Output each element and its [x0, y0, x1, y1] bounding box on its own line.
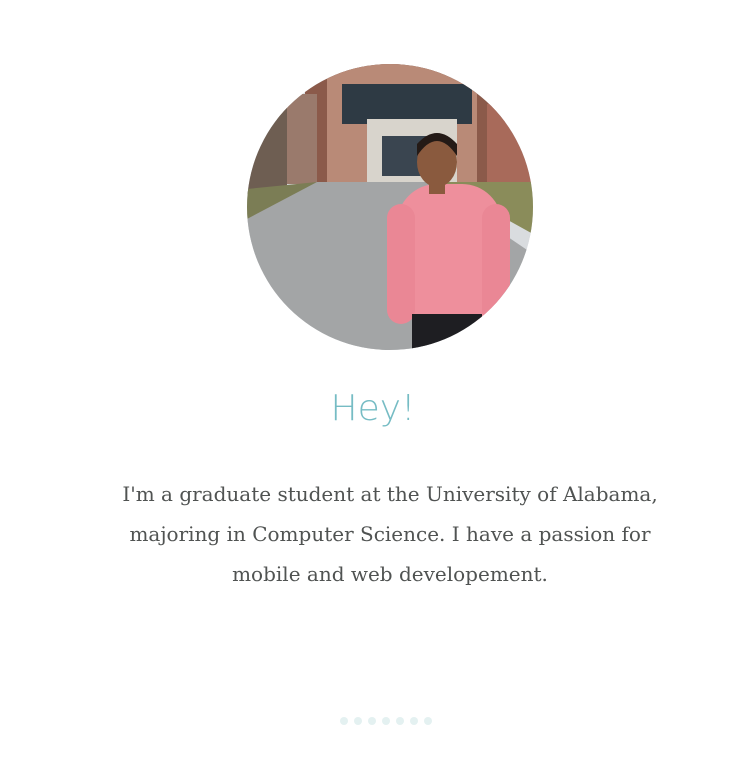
carousel-pagination [340, 717, 432, 725]
profile-photo [247, 64, 533, 350]
greeting-heading: Hey! [330, 388, 416, 429]
about-section: Hey! I'm a graduate student at the Unive… [0, 0, 746, 776]
pagination-dot[interactable] [368, 717, 376, 725]
pagination-dot[interactable] [382, 717, 390, 725]
pagination-dot[interactable] [396, 717, 404, 725]
profile-photo-illustration [247, 64, 533, 350]
pagination-dot[interactable] [340, 717, 348, 725]
pagination-dot[interactable] [410, 717, 418, 725]
bio-paragraph: I'm a graduate student at the University… [122, 482, 658, 586]
pagination-dot[interactable] [424, 717, 432, 725]
pagination-dot[interactable] [354, 717, 362, 725]
